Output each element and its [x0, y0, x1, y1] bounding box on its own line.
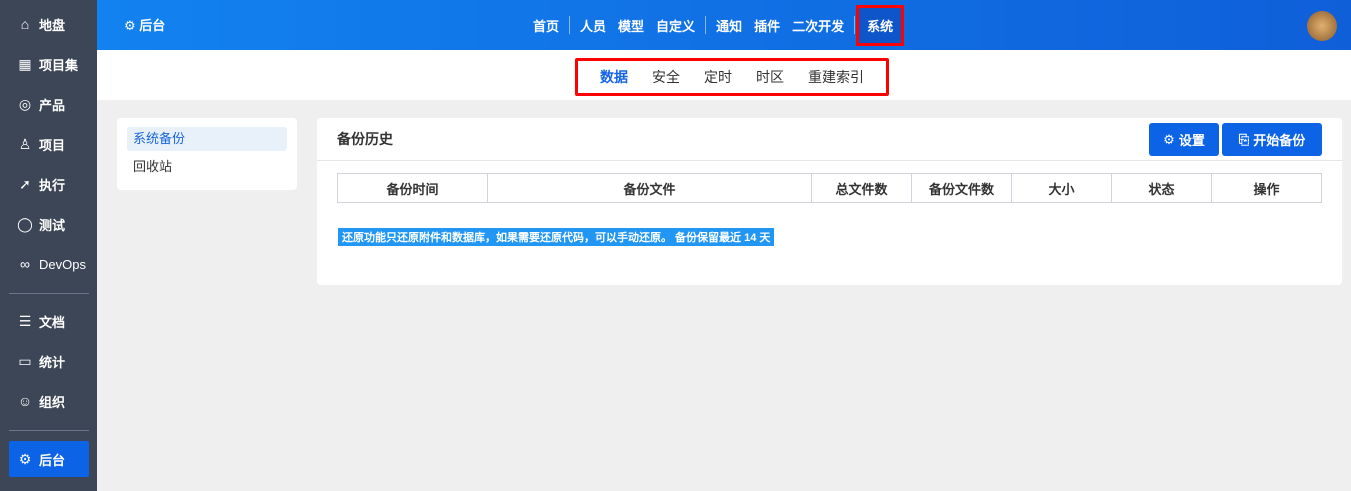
sub-nav: 数据 安全 定时 时区 重建索引: [97, 50, 1351, 100]
label: 组织: [39, 394, 66, 410]
sidebar-item-test[interactable]: ◯ 测试: [9, 206, 89, 242]
sidebar-item-stats[interactable]: ▭ 统计: [9, 343, 89, 379]
run-icon: ➚: [19, 175, 31, 192]
col-file: 备份文件: [487, 173, 812, 203]
divider: [569, 16, 571, 34]
rocket-icon: ♙: [18, 135, 32, 152]
sidebar-item-admin[interactable]: ⚙ 后台: [9, 441, 89, 477]
avatar[interactable]: [1307, 11, 1337, 41]
label: 文档: [39, 314, 66, 330]
nav-system[interactable]: 系统: [856, 4, 905, 46]
menu-backup[interactable]: 系统备份: [127, 127, 287, 151]
divider: [9, 293, 89, 294]
label: 测试: [39, 217, 66, 233]
left-menu: 系统备份 回收站: [117, 118, 297, 190]
divider: [705, 16, 707, 34]
col-actions: 操作: [1211, 173, 1322, 203]
label: 统计: [39, 354, 66, 370]
sidebar: ⌂ 地盘 ▦ 项目集 ◎ 产品 ♙ 项目 ➚ 执行 ◯ 测试 ∞ DevOps ☰ 文档 ▭ 统计…: [0, 0, 97, 491]
col-backup-count: 备份文件数: [911, 173, 1012, 203]
tab-timezone[interactable]: 时区: [756, 67, 784, 87]
backup-panel: 备份历史 ⚙ 设置 ⎘ 开始备份 备份时间 备份文件 总文件数 备份文件数 大小 状…: [317, 118, 1342, 285]
users-icon: ☺: [17, 393, 33, 409]
brand: ⚙ 后台: [124, 15, 165, 34]
label: 执行: [39, 177, 66, 193]
infinity-icon: ∞: [20, 256, 30, 272]
nav-home[interactable]: 首页: [527, 16, 565, 35]
backup-note: 还原功能只还原附件和数据库，如果需要还原代码，可以手动还原。 备份保留最近 14…: [338, 228, 775, 246]
start-backup-button[interactable]: ⎘ 开始备份: [1222, 123, 1322, 156]
tab-security[interactable]: 安全: [652, 67, 680, 87]
nav-users[interactable]: 人员: [574, 16, 612, 35]
sidebar-item-product[interactable]: ◎ 产品: [9, 86, 89, 122]
tab-reindex[interactable]: 重建索引: [808, 67, 864, 87]
top-nav: 首页 人员 模型 自定义 通知 插件 二次开发 系统: [527, 0, 905, 50]
search-icon: ◯: [17, 215, 33, 232]
grid-icon: ▦: [18, 55, 32, 72]
sidebar-item-execution[interactable]: ➚ 执行: [9, 166, 89, 202]
sidebar-item-program[interactable]: ▦ 项目集: [9, 46, 89, 82]
settings-button[interactable]: ⚙ 设置: [1149, 123, 1219, 156]
gear-icon: ⚙: [124, 18, 140, 33]
home-icon: ⌂: [20, 16, 30, 32]
label: 项目: [39, 137, 66, 153]
label: 开始备份: [1253, 133, 1306, 148]
sidebar-item-org[interactable]: ☺ 组织: [9, 383, 89, 419]
sidebar-item-devops[interactable]: ∞ DevOps: [9, 246, 89, 282]
col-size: 大小: [1011, 173, 1112, 203]
col-total: 总文件数: [811, 173, 912, 203]
lightbulb-icon: ◎: [18, 95, 32, 112]
sidebar-item-doc[interactable]: ☰ 文档: [9, 303, 89, 339]
gear-icon: ⚙: [18, 450, 32, 467]
chart-icon: ▭: [18, 352, 32, 369]
gear-icon: ⚙: [1163, 131, 1175, 147]
top-bar: ⚙ 后台 首页 人员 模型 自定义 通知 插件 二次开发 系统: [97, 0, 1351, 50]
label: 地盘: [39, 17, 66, 33]
header-title: 后台: [139, 18, 166, 33]
backup-table: 备份时间 备份文件 总文件数 备份文件数 大小 状态 操作: [337, 173, 1322, 203]
label: 项目集: [39, 57, 79, 73]
tab-data[interactable]: 数据: [600, 67, 628, 87]
nav-custom[interactable]: 自定义: [650, 16, 701, 35]
nav-model[interactable]: 模型: [612, 16, 650, 35]
nav-plugins[interactable]: 插件: [748, 16, 786, 35]
col-status: 状态: [1111, 173, 1212, 203]
doc-icon: ☰: [18, 312, 32, 329]
sidebar-item-project[interactable]: ♙ 项目: [9, 126, 89, 162]
label: 后台: [39, 452, 66, 468]
nav-dev[interactable]: 二次开发: [786, 16, 850, 35]
divider: [9, 430, 89, 431]
sidebar-item-dashboard[interactable]: ⌂ 地盘: [9, 6, 89, 42]
menu-trash[interactable]: 回收站: [127, 155, 287, 179]
backup-icon: ⎘: [1238, 131, 1250, 147]
label: DevOps: [39, 256, 86, 272]
col-time: 备份时间: [337, 173, 488, 203]
label: 设置: [1178, 133, 1205, 148]
label: 产品: [39, 97, 66, 113]
tab-cron[interactable]: 定时: [704, 67, 732, 87]
nav-notify[interactable]: 通知: [710, 16, 748, 35]
divider: [854, 16, 856, 34]
